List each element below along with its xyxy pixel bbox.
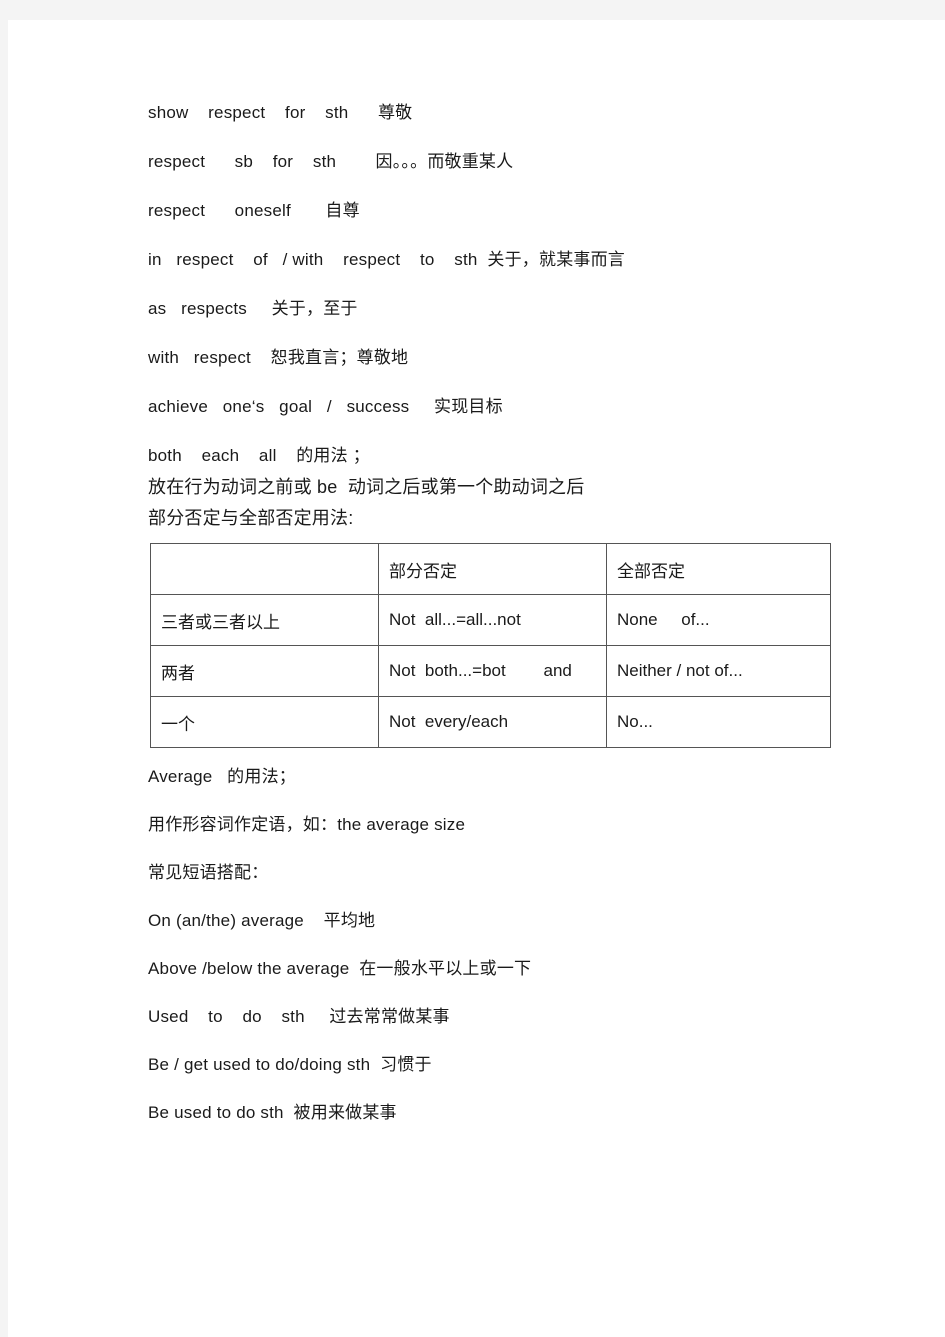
text-line: show respect for sth 尊敬 [148,103,413,122]
table-row: 两者 Not both...=bot and Neither / not of.… [150,645,831,697]
document-body: show respect for sth 尊敬 respect sb for s… [148,102,848,1150]
negation-usage-table: 部分否定 全部否定 三者或三者以上 Not all...=all...not N… [150,543,831,748]
table-cell: None of... [606,594,831,646]
phrases-section: On (an/the) average 平均地 Above /below the… [148,910,848,1124]
text-line: On (an/the) average 平均地 [148,911,376,930]
text-line: Above /below the average 在一般水平以上或一下 [148,959,532,978]
table-row: 三者或三者以上 Not all...=all...not None of... [150,594,831,646]
text-line: Used to do sth 过去常常做某事 [148,1007,450,1026]
table-cell: 三者或三者以上 [150,594,379,646]
table-cell: No... [606,696,831,748]
text-line: as respects 关于，至于 [148,299,358,318]
table-cell: 一个 [150,696,379,748]
text-line: 用作形容词作定语，如：the average size [148,815,466,834]
text-line: respect sb for sth 因。。。而敬重某人 [148,152,514,171]
average-section: Average 的用法； 用作形容词作定语，如：the average size… [148,766,848,884]
text-line: achieve one‘s goal / success 实现目标 [148,397,503,416]
table-cell: 部分否定 [378,543,607,595]
table-header-row: 部分否定 全部否定 [150,543,831,595]
text-line: respect oneself 自尊 [148,201,360,220]
table-cell: Not both...=bot and [378,645,607,697]
text-line: Be / get used to do/doing sth 习惯于 [148,1055,432,1074]
table-cell [150,543,379,595]
document-page: show respect for sth 尊敬 respect sb for s… [8,20,945,1337]
text-line: both each all 的用法 ； [148,446,370,465]
table-cell: Not all...=all...not [378,594,607,646]
table-cell: Neither / not of... [606,645,831,697]
table-row: 一个 Not every/each No... [150,696,831,748]
text-line: Average 的用法； [148,767,296,786]
negation-table-wrapper: 部分否定 全部否定 三者或三者以上 Not all...=all...not N… [150,543,848,748]
table-cell: Not every/each [378,696,607,748]
text-line: Be used to do sth 被用来做某事 [148,1103,397,1122]
text-line: 常见短语搭配： [148,863,269,882]
table-cell: 全部否定 [606,543,831,595]
text-line: 放在行为动词之前或 be 动词之后或第一个助动词之后 [148,477,585,497]
text-line: 部分否定与全部否定用法: [148,508,354,528]
text-line: in respect of / with respect to sth 关于，就… [148,250,625,269]
text-line: with respect 恕我直言；尊敬地 [148,348,409,367]
table-cell: 两者 [150,645,379,697]
